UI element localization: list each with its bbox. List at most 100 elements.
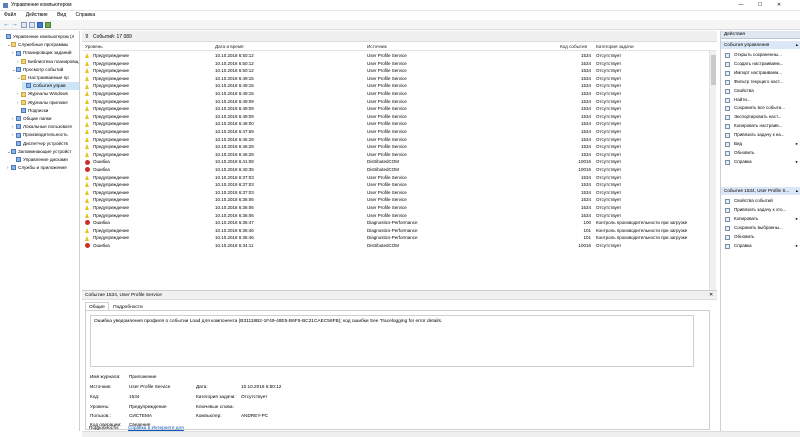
up-level-icon[interactable]	[21, 22, 27, 28]
cell-datetime: 10.10.2018 6:37:03	[215, 182, 254, 188]
tree-item-label: Локальные пользовате	[23, 124, 73, 130]
table-row[interactable]: Предупреждение 10.10.2018 6:49:09 User Pro…	[82, 98, 717, 106]
tree-item[interactable]: Подписки	[17, 107, 79, 115]
column-category[interactable]: Категория задачи	[596, 44, 634, 49]
table-row[interactable]: Ошибка 10.10.2018 6:35:47 Diagnostics-Perf…	[82, 219, 717, 227]
tree-item[interactable]: › Журналы Windows	[17, 90, 79, 98]
action-item[interactable]: Копировать настраив...	[721, 122, 800, 131]
table-row[interactable]: Предупреждение 10.10.2018 6:37:03 User Pro…	[82, 189, 717, 197]
tree-item[interactable]: › Службы и приложения	[7, 164, 79, 172]
warning-icon	[85, 98, 89, 104]
column-code[interactable]: Код события	[560, 44, 587, 49]
maximize-button[interactable]: ☐	[752, 1, 768, 10]
table-row[interactable]: Предупреждение 10.10.2018 6:46:28 User Pro…	[82, 143, 717, 151]
action-item[interactable]: Обновить	[721, 233, 800, 242]
action-item[interactable]: Импорт настраиваем...	[721, 69, 800, 78]
table-row[interactable]: Ошибка 10.10.2018 6:34:11 DistributedCOM 10…	[82, 242, 717, 250]
table-row[interactable]: Предупреждение 10.10.2018 6:37:03 User Pro…	[82, 181, 717, 189]
table-row[interactable]: Предупреждение 10.10.2018 6:46:28 User Pro…	[82, 151, 717, 159]
tree-item[interactable]: › Библиотека планировщ	[17, 58, 79, 66]
table-row[interactable]: Предупреждение 10.10.2018 6:36:06 User Pro…	[82, 196, 717, 204]
menu-file[interactable]: Файл	[0, 11, 20, 20]
action-item[interactable]: Свойства	[721, 87, 800, 96]
actions-section-event[interactable]: Событие 1534, User Profile S... ▴	[721, 187, 800, 195]
action-item[interactable]: Сохранить выбранны...	[721, 224, 800, 233]
action-item[interactable]: Привязать задачу к это...	[721, 206, 800, 215]
action-item[interactable]: Фильтр текущего наст...	[721, 78, 800, 87]
copy-icon	[725, 124, 730, 130]
forward-icon[interactable]: →	[11, 21, 18, 28]
column-source[interactable]: Источник	[367, 44, 387, 49]
column-datetime[interactable]: Дата и время	[215, 44, 244, 49]
action-item[interactable]: Вид ▸	[721, 140, 800, 149]
column-level[interactable]: Уровень	[85, 44, 103, 49]
table-row[interactable]: Предупреждение 10.10.2018 6:46:28 User Pro…	[82, 136, 717, 144]
actions-section-log[interactable]: События управления ▴	[721, 41, 800, 49]
table-row[interactable]: Предупреждение 10.10.2018 6:48:00 User Pro…	[82, 120, 717, 128]
action-item[interactable]: Справка ▸	[721, 158, 800, 167]
log-name-value: Приложение	[129, 374, 157, 379]
menu-view[interactable]: Вид	[53, 11, 70, 20]
tree-item[interactable]: ⌄ Просмотр событий	[12, 66, 79, 74]
online-help-link[interactable]: Справка в Интернете для	[128, 425, 184, 430]
close-detail-icon[interactable]: ✕	[709, 293, 713, 298]
action-item[interactable]: Открыть сохраненны...	[721, 51, 800, 60]
tree-item[interactable]: › Журналы приложе	[17, 99, 79, 107]
tree-item[interactable]: Диспетчер устройств	[12, 140, 79, 148]
events-scrollbar[interactable]	[709, 51, 716, 292]
action-item[interactable]: Обновить	[721, 149, 800, 158]
tree-item[interactable]: ⌄ Служебные программы	[7, 41, 79, 49]
action-item[interactable]: Справка ▸	[721, 242, 800, 251]
more-info-label: Подробности:	[89, 425, 120, 430]
table-row[interactable]: Предупреждение 10.10.2018 6:49:09 User Pro…	[82, 113, 717, 121]
action-item[interactable]: Свойства событий	[721, 197, 800, 206]
cell-category: Отсутствует	[596, 159, 622, 165]
action-item[interactable]: Экспортировать наст...	[721, 113, 800, 122]
table-row[interactable]: Предупреждение 10.10.2018 6:49:09 User Pro…	[82, 105, 717, 113]
cell-category: Отсутствует	[596, 205, 622, 210]
tree-item[interactable]: Управление дисками	[12, 156, 79, 164]
table-row[interactable]: Предупреждение 10.10.2018 6:35:46 Diagnost…	[82, 234, 717, 242]
tree-item[interactable]: › Планировщик заданий	[12, 49, 79, 57]
open-icon	[725, 53, 730, 58]
warning-icon	[85, 197, 89, 203]
table-row[interactable]: Предупреждение 10.10.2018 6:35:46 Diagnost…	[82, 227, 717, 235]
table-row[interactable]: Предупреждение 10.10.2018 6:50:12 User Pro…	[82, 52, 717, 60]
tree-item[interactable]: › Производительность	[12, 131, 79, 139]
cell-level: Ошибка	[93, 243, 110, 248]
table-row[interactable]: Предупреждение 10.10.2018 6:36:06 User Pro…	[82, 212, 717, 220]
table-row[interactable]: Ошибка 10.10.2018 6:40:35 DistributedCOM 10…	[82, 166, 717, 174]
tree-item[interactable]: › Локальные пользовате	[12, 123, 79, 131]
action-item[interactable]: Создать настраиваем...	[721, 60, 800, 69]
show-hide-tree-icon[interactable]	[29, 22, 35, 28]
action-item[interactable]: Найти...	[721, 96, 800, 105]
action-item[interactable]: Сохранить все событи...	[721, 104, 800, 113]
table-row[interactable]: Ошибка 10.10.2018 6:41:08 DistributedCOM 10…	[82, 158, 717, 166]
minimize-button[interactable]: —	[733, 1, 749, 10]
tree-item[interactable]: ⌄ Настраиваемые пр	[17, 74, 79, 82]
tree-item[interactable]: ⌄ Запоминающие устройст	[7, 148, 79, 156]
shared-folder-icon	[16, 116, 21, 122]
close-button[interactable]: ✕	[771, 1, 787, 10]
help-icon[interactable]	[37, 22, 43, 28]
show-hide-action-pane-icon[interactable]	[45, 22, 51, 28]
table-row[interactable]: Предупреждение 10.10.2018 6:50:12 User Pro…	[82, 67, 717, 75]
menu-help[interactable]: Справка	[72, 11, 100, 20]
table-row[interactable]: Предупреждение 10.10.2018 6:50:12 User Pro…	[82, 60, 717, 68]
table-row[interactable]: Предупреждение 10.10.2018 6:47:59 User Pro…	[82, 128, 717, 136]
action-item[interactable]: Копировать ▸	[721, 215, 800, 224]
table-row[interactable]: Предупреждение 10.10.2018 6:49:15 User Pro…	[82, 90, 717, 98]
tree-item[interactable]: События управ	[22, 82, 79, 91]
tree-item[interactable]: › Общие папки	[12, 115, 79, 123]
back-icon[interactable]: ←	[3, 21, 10, 28]
detail-title-bar: Событие 1534, User Profile Service ✕	[82, 291, 717, 300]
menu-action[interactable]: Действие	[22, 11, 52, 20]
table-row[interactable]: Предупреждение 10.10.2018 6:49:15 User Pro…	[82, 75, 717, 83]
action-item[interactable]: Привязать задачу к на...	[721, 131, 800, 140]
table-row[interactable]: Предупреждение 10.10.2018 6:37:03 User Pro…	[82, 174, 717, 182]
table-row[interactable]: Предупреждение 10.10.2018 6:49:15 User Pro…	[82, 82, 717, 90]
table-row[interactable]: Предупреждение 10.10.2018 6:36:06 User Pro…	[82, 204, 717, 212]
tree-item[interactable]: Управление компьютером (л	[2, 33, 79, 41]
horizontal-scrollbar[interactable]	[82, 431, 800, 437]
cell-datetime: 10.10.2018 6:49:09	[215, 98, 254, 104]
